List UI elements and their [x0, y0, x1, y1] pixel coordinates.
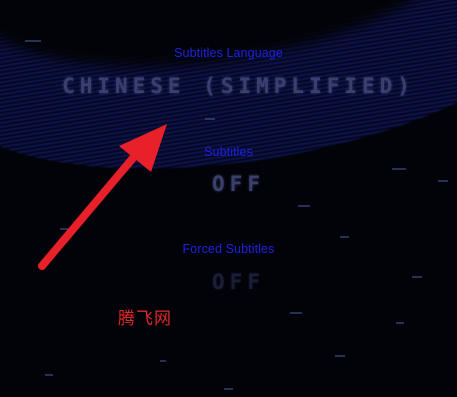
watermark-text: 腾飞网 — [118, 309, 172, 329]
red-arrow-icon — [38, 124, 167, 270]
subtitle-settings-screen: Subtitles Language CHINESE (SIMPLIFIED) … — [0, 0, 457, 397]
